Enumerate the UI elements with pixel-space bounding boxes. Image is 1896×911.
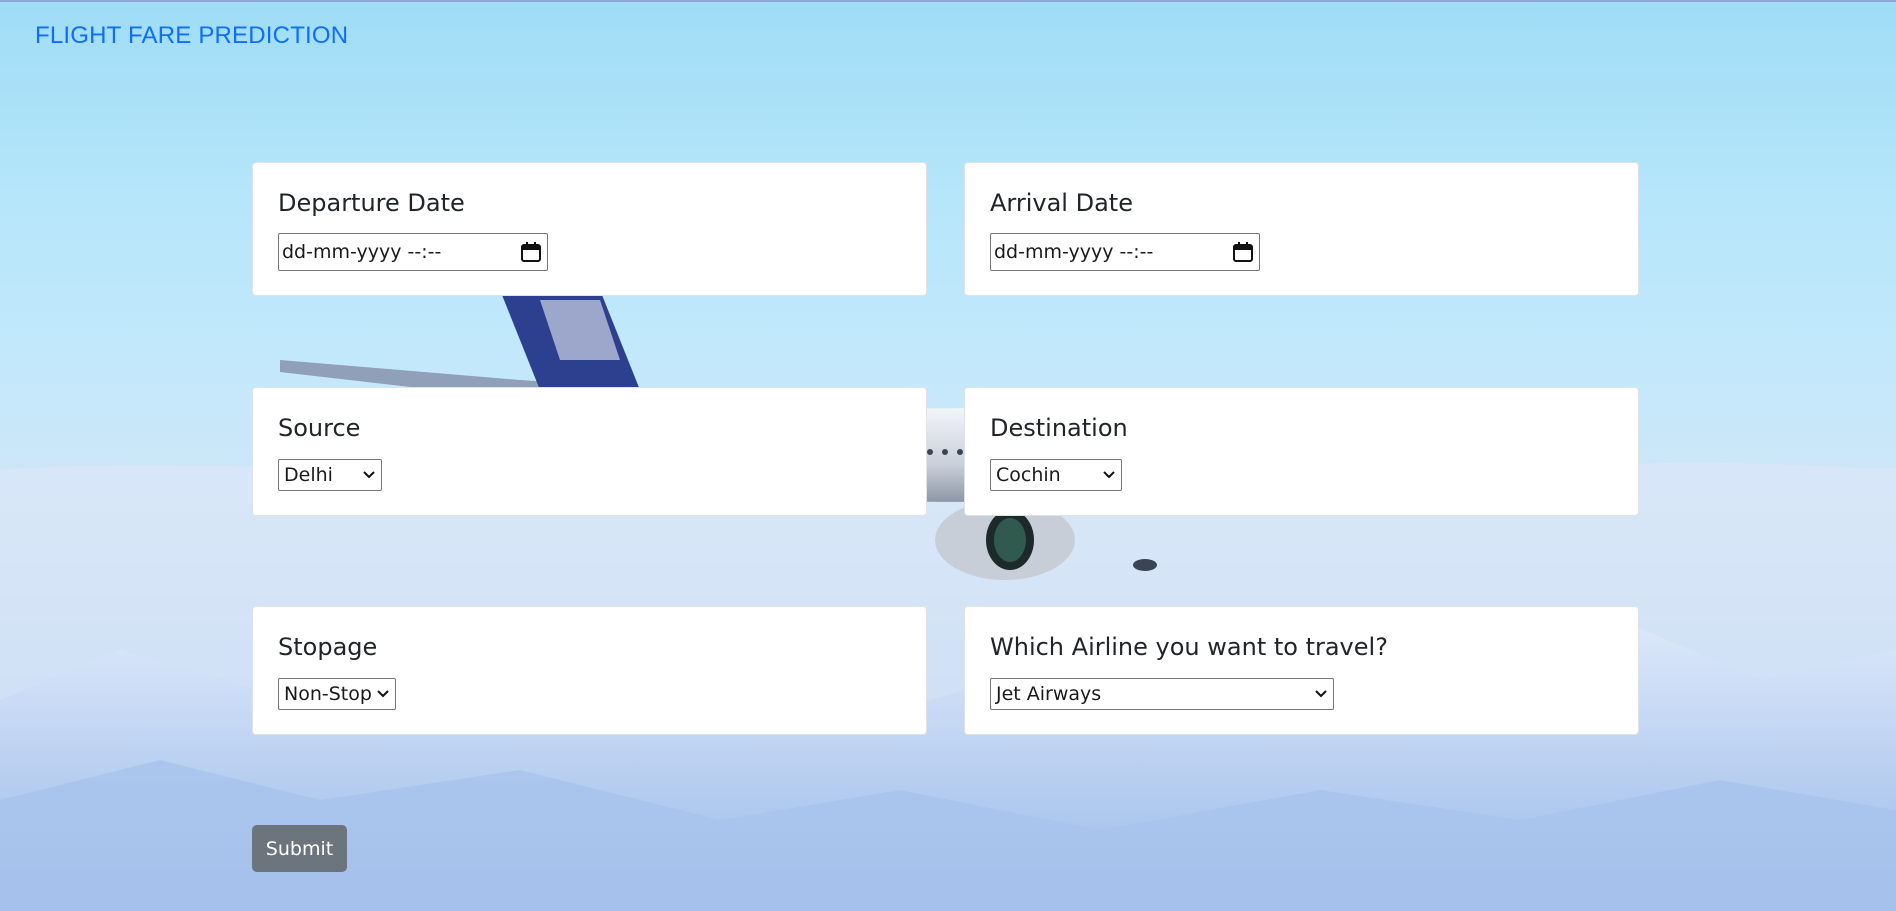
submit-button[interactable]: Submit <box>252 825 347 872</box>
top-border <box>0 0 1896 2</box>
arrival-date-card: Arrival Date dd-mm-yyyy --:-- <box>964 162 1639 296</box>
source-selected-value: Delhi <box>284 464 333 486</box>
chevron-down-icon <box>1103 471 1115 479</box>
departure-date-input[interactable]: dd-mm-yyyy --:-- <box>278 233 548 271</box>
source-card: Source Delhi <box>252 387 927 516</box>
departure-date-placeholder: dd-mm-yyyy --:-- <box>282 241 442 263</box>
airline-label: Which Airline you want to travel? <box>990 633 1388 661</box>
airline-select[interactable]: Jet Airways <box>990 678 1334 710</box>
source-label: Source <box>278 414 361 442</box>
destination-select[interactable]: Cochin <box>990 459 1122 491</box>
arrival-date-input[interactable]: dd-mm-yyyy --:-- <box>990 233 1260 271</box>
brand-title[interactable]: FLIGHT FARE PREDICTION <box>35 22 348 50</box>
stopage-label: Stopage <box>278 633 378 661</box>
departure-date-label: Departure Date <box>278 189 465 217</box>
departure-date-card: Departure Date dd-mm-yyyy --:-- <box>252 162 927 296</box>
calendar-icon[interactable] <box>520 241 542 263</box>
stopage-select[interactable]: Non-Stop <box>278 678 396 710</box>
airline-selected-value: Jet Airways <box>996 683 1102 705</box>
arrival-date-placeholder: dd-mm-yyyy --:-- <box>994 241 1154 263</box>
chevron-down-icon <box>1315 690 1327 698</box>
destination-card: Destination Cochin <box>964 387 1639 516</box>
stopage-card: Stopage Non-Stop <box>252 606 927 735</box>
chevron-down-icon <box>363 471 375 479</box>
source-select[interactable]: Delhi <box>278 459 382 491</box>
destination-label: Destination <box>990 414 1128 442</box>
calendar-icon[interactable] <box>1232 241 1254 263</box>
airline-card: Which Airline you want to travel? Jet Ai… <box>964 606 1639 735</box>
chevron-down-icon <box>377 690 389 698</box>
destination-selected-value: Cochin <box>996 464 1061 486</box>
arrival-date-label: Arrival Date <box>990 189 1133 217</box>
stopage-selected-value: Non-Stop <box>284 683 372 705</box>
